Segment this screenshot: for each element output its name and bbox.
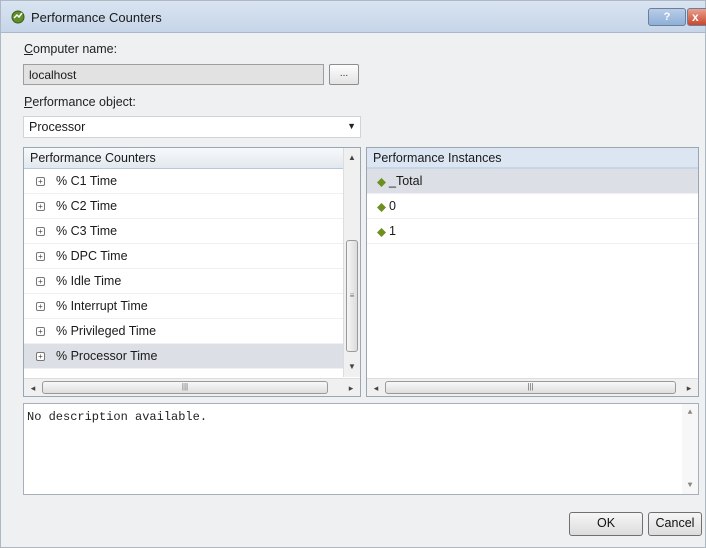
counter-label: % Idle Time	[56, 274, 122, 288]
counter-label: % C3 Time	[56, 224, 118, 238]
counter-row[interactable]: + % C2 Time	[24, 194, 360, 219]
performance-object-value: Processor	[29, 120, 86, 134]
cancel-button[interactable]: Cancel	[648, 512, 702, 536]
instance-icon	[377, 203, 386, 212]
instance-row[interactable]: 1	[367, 219, 698, 244]
counters-horizontal-scrollbar[interactable]: ◂ ||| ▸	[24, 378, 360, 396]
scroll-right-icon[interactable]: ▸	[682, 380, 696, 396]
scroll-thumb[interactable]: ≡	[346, 240, 358, 352]
counter-row[interactable]: + % DPC Time	[24, 244, 360, 269]
instance-row[interactable]: _Total	[367, 169, 698, 194]
instance-icon	[377, 178, 386, 187]
scroll-left-icon[interactable]: ◂	[26, 380, 40, 396]
counter-label: % C1 Time	[56, 174, 118, 188]
counter-row[interactable]: + % C1 Time	[24, 169, 360, 194]
scroll-thumb-horizontal[interactable]: |||	[42, 381, 328, 394]
instance-label: 1	[389, 224, 396, 238]
counter-row[interactable]: + % Idle Time	[24, 269, 360, 294]
description-scrollbar[interactable]: ▲ ▼	[682, 404, 698, 494]
computer-name-label: Computer name:	[24, 42, 118, 56]
instance-label: _Total	[389, 174, 423, 188]
counter-row[interactable]: + % Interrupt Time	[24, 294, 360, 319]
performance-object-dropdown[interactable]: Processor ▼	[23, 116, 361, 138]
counters-vertical-scrollbar[interactable]: ▲ ≡ ▼	[343, 148, 360, 377]
expand-icon[interactable]: +	[36, 227, 45, 236]
expand-icon[interactable]: +	[36, 177, 45, 186]
instance-row[interactable]: 0	[367, 194, 698, 219]
chevron-down-icon[interactable]: ▼	[347, 121, 356, 131]
instances-header[interactable]: Performance Instances	[367, 148, 698, 169]
scroll-left-icon[interactable]: ◂	[369, 380, 383, 396]
description-text: No description available.	[27, 410, 208, 424]
close-button[interactable]: x	[687, 8, 706, 26]
window-title: Performance Counters	[31, 10, 162, 25]
counter-label: % Processor Time	[56, 349, 158, 363]
instances-horizontal-scrollbar[interactable]: ◂ ||| ▸	[367, 378, 698, 396]
instances-list[interactable]: Performance Instances _Total 0 1 ◂ ||| ▸	[366, 147, 699, 397]
counter-label: % Privileged Time	[56, 324, 157, 338]
performance-object-label: Performance object:	[24, 95, 136, 109]
expand-icon[interactable]: +	[36, 252, 45, 261]
instance-label: 0	[389, 199, 396, 213]
counter-row[interactable]: + % Privileged Time	[24, 319, 360, 344]
expand-icon[interactable]: +	[36, 202, 45, 211]
instance-icon	[377, 228, 386, 237]
scroll-down-icon[interactable]: ▼	[682, 481, 698, 490]
scroll-up-icon[interactable]: ▲	[682, 408, 698, 417]
counters-header[interactable]: Performance Counters	[24, 148, 360, 169]
scroll-up-icon[interactable]: ▲	[344, 150, 360, 166]
scroll-right-icon[interactable]: ▸	[344, 380, 358, 396]
counter-row[interactable]: + % C3 Time	[24, 219, 360, 244]
computer-name-field[interactable]: localhost	[23, 64, 324, 85]
description-box[interactable]: No description available. ▲ ▼	[23, 403, 699, 495]
performance-counters-dialog: Performance Counters ? x Computer name: …	[0, 0, 706, 548]
scroll-down-icon[interactable]: ▼	[344, 359, 360, 375]
counter-label: % C2 Time	[56, 199, 118, 213]
scroll-thumb-horizontal[interactable]: |||	[385, 381, 676, 394]
counters-list[interactable]: Performance Counters + % C1 Time + % C2 Tim…	[23, 147, 361, 397]
counter-row[interactable]: + % Processor Time	[24, 344, 360, 369]
performance-icon	[11, 10, 25, 24]
title-bar[interactable]: Performance Counters ? x	[1, 1, 706, 33]
help-button[interactable]: ?	[648, 8, 686, 26]
browse-computer-button[interactable]: ...	[329, 64, 359, 85]
ok-button[interactable]: OK	[569, 512, 643, 536]
counter-label: % Interrupt Time	[56, 299, 148, 313]
expand-icon[interactable]: +	[36, 327, 45, 336]
expand-icon[interactable]: +	[36, 302, 45, 311]
expand-icon[interactable]: +	[36, 277, 45, 286]
expand-icon[interactable]: +	[36, 352, 45, 361]
counter-label: % DPC Time	[56, 249, 128, 263]
